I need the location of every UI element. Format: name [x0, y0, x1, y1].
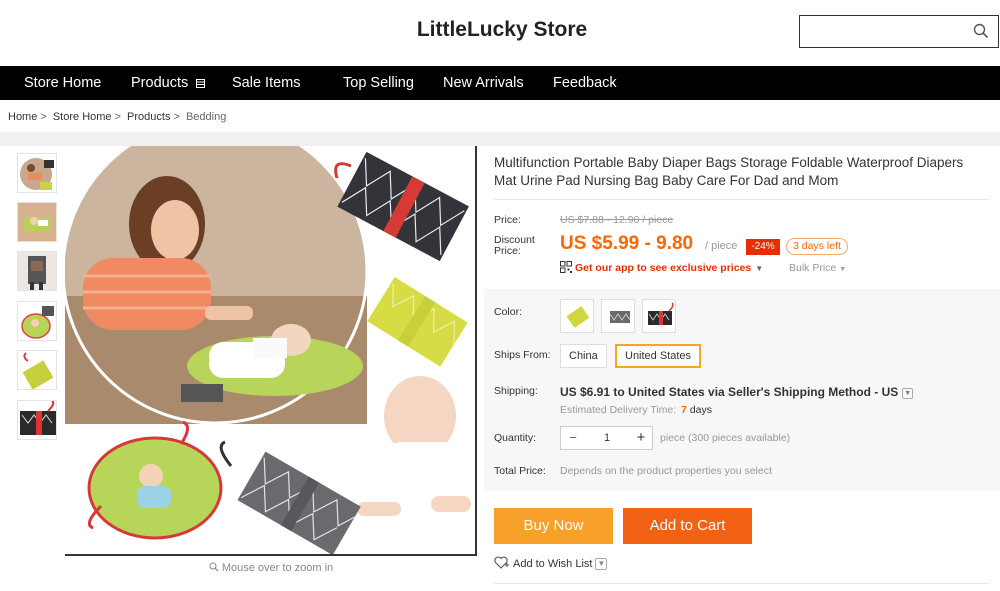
search-icon[interactable] — [973, 23, 989, 39]
app-promo-link[interactable]: Get our app to see exclusive prices ▼ — [560, 261, 763, 274]
product-details: Multifunction Portable Baby Diaper Bags … — [484, 146, 1000, 591]
quantity-label: Quantity: — [494, 432, 537, 444]
delivery-unit: days — [689, 404, 712, 416]
nav-top-selling[interactable]: Top Selling — [343, 66, 414, 100]
store-header: LittleLucky Store — [0, 0, 1000, 66]
section-band — [0, 132, 1000, 146]
zoom-hint: Mouse over to zoom in — [65, 562, 477, 574]
delivery-time: Estimated Delivery Time: 7 days — [560, 404, 712, 416]
store-nav: Store Home Products Sale Items Top Selli… — [0, 66, 1000, 100]
nav-products-label: Products — [131, 75, 189, 91]
color-swatch-black[interactable] — [642, 299, 676, 333]
total-price-label: Total Price: — [494, 465, 546, 477]
magnifier-icon — [209, 562, 219, 572]
heart-plus-icon — [494, 556, 509, 569]
delivery-days: 7 — [681, 404, 687, 416]
breadcrumb-products[interactable]: Products — [127, 111, 170, 123]
chevron-down-icon[interactable]: ▼ — [902, 388, 914, 399]
product-title: Multifunction Portable Baby Diaper Bags … — [494, 155, 964, 188]
breadcrumb-bedding[interactable]: Bedding — [186, 111, 226, 123]
ships-from-label: Ships From: — [494, 349, 551, 361]
buy-now-button[interactable]: Buy Now — [494, 508, 613, 544]
shipping-label: Shipping: — [494, 385, 538, 397]
main-product-image[interactable] — [65, 146, 477, 556]
nav-feedback[interactable]: Feedback — [553, 66, 617, 100]
search-input[interactable] — [799, 15, 999, 48]
caret-down-icon: ▼ — [839, 266, 847, 273]
bulk-price-text: Bulk Price — [789, 262, 837, 274]
zoom-hint-text: Mouse over to zoom in — [221, 562, 334, 574]
thumbnail-6[interactable] — [17, 400, 57, 440]
divider — [494, 583, 990, 584]
quantity-stepper[interactable]: − 1 + — [560, 426, 653, 450]
app-promo-text: Get our app to see exclusive prices — [575, 262, 752, 274]
add-to-wish-list[interactable]: Add to Wish List ▼ — [494, 556, 608, 571]
divider — [494, 199, 990, 200]
breadcrumb-separator: > — [114, 111, 121, 123]
thumbnail-3[interactable] — [17, 251, 57, 291]
minus-icon[interactable]: − — [561, 427, 585, 449]
breadcrumb-separator: > — [40, 111, 47, 123]
original-price: US $7.88 - 12.90 / piece — [560, 214, 674, 226]
price-label: Price: — [494, 214, 521, 226]
color-swatch-grey[interactable] — [601, 299, 635, 333]
nav-products[interactable]: Products — [131, 66, 206, 100]
wish-list-text: Add to Wish List — [513, 558, 593, 570]
qr-code-icon — [560, 261, 572, 273]
discount-label-price: Price: — [494, 245, 521, 257]
discount-badge: -24% — [746, 239, 780, 255]
caret-down-icon: ▼ — [755, 264, 764, 273]
bulk-price-link[interactable]: Bulk Price ▼ — [789, 262, 846, 274]
shipping-method[interactable]: US $6.91 to United States via Seller's S… — [560, 385, 914, 399]
thumbnail-4[interactable] — [17, 301, 57, 341]
quantity-value[interactable]: 1 — [585, 427, 629, 449]
thumbnail-1[interactable] — [17, 153, 57, 193]
discount-price: US $5.99 - 9.80 — [560, 233, 694, 254]
quantity-note: piece (300 pieces available) — [660, 432, 791, 444]
price-unit: / piece — [705, 240, 738, 252]
breadcrumb-store-home[interactable]: Store Home — [53, 111, 112, 123]
total-price-note: Depends on the product properties you se… — [560, 465, 772, 477]
color-swatch-yellow[interactable] — [560, 299, 594, 333]
ships-from-china[interactable]: China — [560, 344, 607, 368]
ships-from-united-states[interactable]: United States — [615, 344, 702, 368]
plus-icon[interactable]: + — [629, 427, 653, 449]
nav-store-home[interactable]: Store Home — [24, 66, 101, 100]
grid-icon — [196, 79, 206, 88]
breadcrumb-separator: > — [173, 111, 180, 123]
color-label: Color: — [494, 306, 523, 318]
breadcrumb: Home > Store Home > Products > Bedding — [8, 111, 229, 123]
nav-sale-items[interactable]: Sale Items — [232, 66, 301, 100]
breadcrumb-home[interactable]: Home — [8, 111, 37, 123]
nav-new-arrivals[interactable]: New Arrivals — [443, 66, 524, 100]
add-to-cart-button[interactable]: Add to Cart — [623, 508, 752, 544]
delivery-label: Estimated Delivery Time: — [560, 404, 677, 416]
thumbnail-5[interactable] — [17, 350, 57, 390]
shipping-method-text: US $6.91 to United States via Seller's S… — [560, 385, 899, 399]
thumbnail-2[interactable] — [17, 202, 57, 242]
days-left-badge: 3 days left — [786, 238, 848, 255]
chevron-down-icon[interactable]: ▼ — [595, 558, 608, 571]
